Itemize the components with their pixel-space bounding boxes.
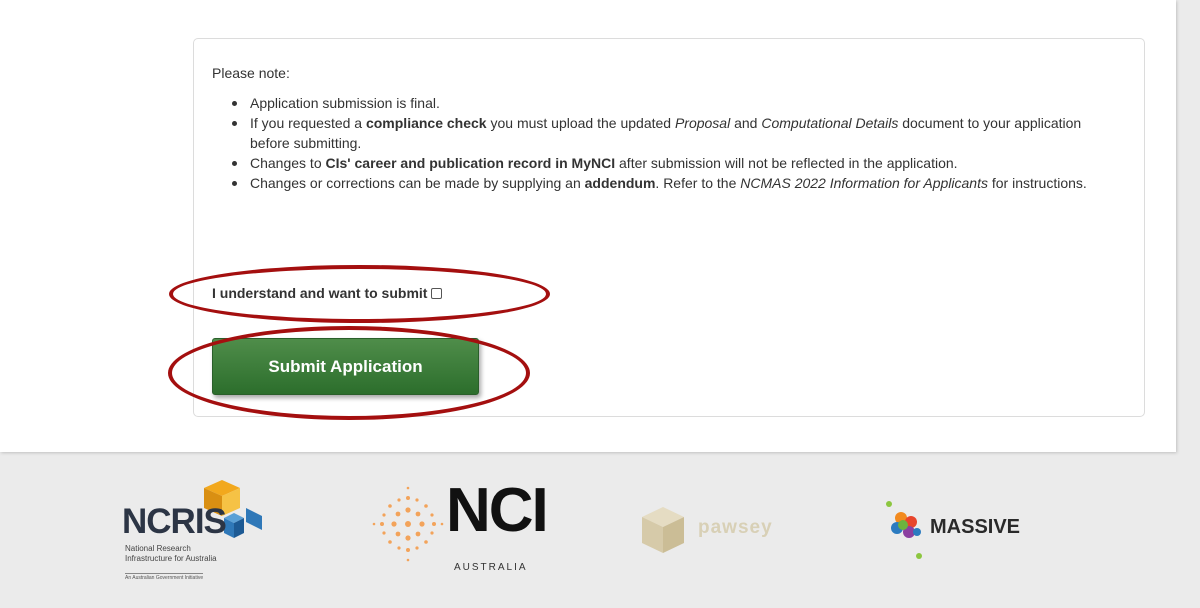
note-item: Application submission is final. xyxy=(212,93,1112,113)
ncris-subtitle: National Research Infrastructure for Aus… xyxy=(125,544,217,563)
nci-logo: NCI AUSTRALIA xyxy=(372,478,550,578)
notes-list: Application submission is final. If you r… xyxy=(212,93,1112,193)
pawsey-wordmark: pawsey xyxy=(698,517,773,538)
note-text-segment: . Refer to the xyxy=(655,175,741,191)
pawsey-logo: pawsey xyxy=(638,505,818,559)
note-text-segment: for instructions. xyxy=(987,175,1087,191)
note-text-segment: after submission will not be reflected i… xyxy=(615,155,958,171)
massive-molecule-icon xyxy=(886,501,922,559)
note-heading: Please note: xyxy=(212,65,290,81)
massive-logo: MASSIVE xyxy=(883,498,1048,562)
note-text-segment: If you requested a xyxy=(250,115,366,131)
note-text-segment: and xyxy=(730,115,762,131)
note-text-segment: Proposal xyxy=(674,115,731,131)
note-text-segment: Application submission is final. xyxy=(250,95,440,111)
confirm-row: I understand and want to submit xyxy=(212,285,443,301)
note-text-segment: Computational Details xyxy=(761,115,899,131)
massive-wordmark: MASSIVE xyxy=(930,516,1021,538)
note-text-segment: addendum xyxy=(584,175,656,191)
nci-subtitle: AUSTRALIA xyxy=(454,562,528,573)
note-text-segment: Changes to xyxy=(250,155,326,171)
note-item: If you requested a compliance check you … xyxy=(212,113,1112,153)
nci-burst-icon xyxy=(372,486,444,562)
confirm-checkbox[interactable] xyxy=(431,287,443,299)
note-item: Changes to CIs' career and publication r… xyxy=(212,153,1112,173)
ncris-logo: NCRIS National Research Infrastructure f… xyxy=(122,480,268,590)
pawsey-cube-icon xyxy=(642,507,684,553)
note-item: Changes or corrections can be made by su… xyxy=(212,173,1112,193)
ncris-tagline: An Australian Government Initiative xyxy=(125,573,204,581)
submission-panel: Please note: Application submission is f… xyxy=(193,38,1145,417)
confirm-label: I understand and want to submit xyxy=(212,285,428,301)
nci-wordmark: NCI xyxy=(446,476,549,545)
note-text-segment: NCMAS 2022 Information for Applicants xyxy=(740,175,988,191)
submit-application-button[interactable]: Submit Application xyxy=(212,338,479,395)
note-text-segment: CIs' career and publication record in My… xyxy=(325,155,616,171)
note-text-segment: compliance check xyxy=(365,115,487,131)
note-text-segment: you must upload the updated xyxy=(486,115,675,131)
note-text-segment: Changes or corrections can be made by su… xyxy=(250,175,585,191)
ncris-wordmark: NCRIS xyxy=(122,502,227,541)
